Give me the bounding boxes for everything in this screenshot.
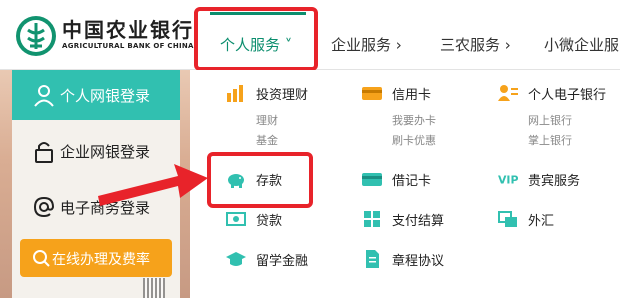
- graduation-cap-icon: [226, 252, 246, 266]
- qr-code-icon[interactable]: [143, 278, 165, 298]
- deposit-highlight-box: [207, 152, 313, 208]
- menu-item-debit-card-label: 借记卡: [392, 174, 432, 189]
- vip-icon: VIP: [498, 174, 518, 187]
- menu-item-investment-label: 投资理财: [256, 88, 309, 103]
- settlement-icon: [364, 211, 380, 227]
- menu-sub-mobile-bank[interactable]: 掌上银行: [528, 132, 572, 148]
- brand-name-cn: 中国农业银行: [62, 18, 194, 42]
- menu-item-personal-ebank-label: 个人电子银行: [528, 88, 607, 103]
- ecommerce-login-label: 电子商务登录: [60, 199, 151, 217]
- online-service-rates-button[interactable]: 在线办理及费率: [20, 239, 172, 277]
- corporate-ebank-login-label: 企业网银登录: [60, 143, 151, 161]
- menu-item-credit-card-label: 信用卡: [392, 88, 432, 103]
- exchange-icon: [498, 211, 517, 227]
- menu-item-payment-settlement-label: 支付结算: [392, 214, 445, 229]
- nav-rural-services[interactable]: 三农服务 ›: [440, 34, 511, 55]
- search-icon: [33, 250, 50, 267]
- personal-ebank-login[interactable]: 个人网银登录: [12, 70, 180, 120]
- personal-ebank-login-label: 个人网银登录: [60, 87, 151, 105]
- menu-item-study-abroad-label: 留学金融: [256, 254, 309, 269]
- menu-item-loan-label: 贷款: [256, 214, 283, 229]
- abc-logo-icon[interactable]: [14, 14, 58, 58]
- nav-corporate-services[interactable]: 企业服务 ›: [331, 34, 402, 55]
- svg-text:VIP: VIP: [498, 174, 518, 187]
- money-icon: [226, 212, 246, 226]
- ecommerce-login[interactable]: 电子商务登录: [12, 182, 180, 232]
- user-card-icon: [498, 85, 518, 101]
- menu-item-forex-label: 外汇: [528, 214, 555, 229]
- nav-highlight-box: [194, 7, 318, 71]
- menu-sub-apply-card[interactable]: 我要办卡: [392, 112, 436, 128]
- lock-icon: [35, 142, 53, 163]
- menu-sub-fund[interactable]: 基金: [256, 132, 278, 148]
- menu-item-terms-label: 章程协议: [392, 254, 445, 269]
- nav-small-business-services[interactable]: 小微企业服: [544, 34, 619, 55]
- menu-item-vip-service-label: 贵宾服务: [528, 174, 581, 189]
- brand-name-en: AGRICULTURAL BANK OF CHINA: [62, 42, 194, 50]
- debit-card-icon: [362, 173, 382, 186]
- menu-sub-online-bank[interactable]: 网上银行: [528, 112, 572, 128]
- document-icon: [366, 250, 379, 268]
- at-icon: [33, 196, 55, 218]
- credit-card-icon: [362, 87, 382, 100]
- person-icon: [34, 85, 54, 107]
- online-service-rates-label: 在线办理及费率: [52, 252, 150, 268]
- login-panel: 个人网银登录 企业网银登录 电子商务登录 在线办理及费率: [12, 70, 180, 298]
- menu-sub-card-offers[interactable]: 刷卡优惠: [392, 132, 436, 148]
- corporate-ebank-login[interactable]: 企业网银登录: [12, 126, 180, 176]
- menu-sub-wealth[interactable]: 理财: [256, 112, 278, 128]
- chart-bar-icon: [227, 85, 243, 102]
